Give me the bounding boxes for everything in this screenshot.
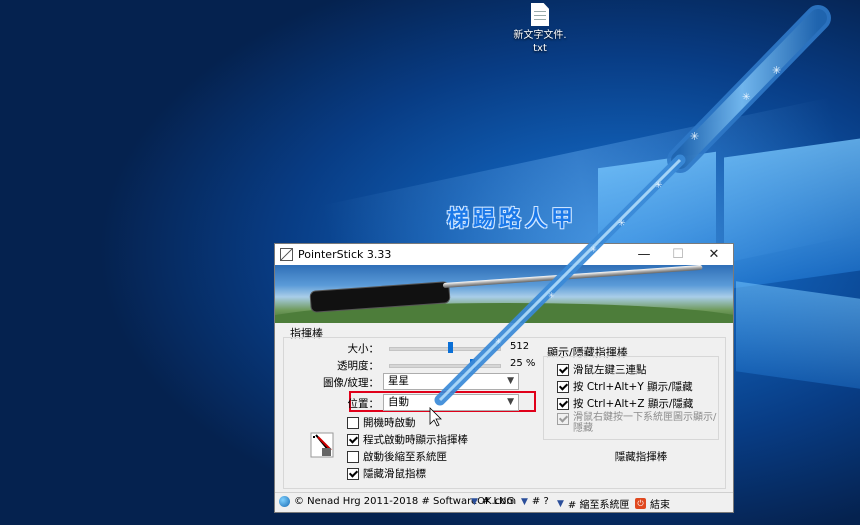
help-menu[interactable]: ▼ # ? (521, 496, 549, 507)
checkbox-box (557, 397, 569, 410)
windows-logo-pane (724, 138, 860, 290)
texture-label: 圖像/紋理： (322, 377, 379, 389)
close-button[interactable]: ✕ (697, 244, 731, 265)
tray-button[interactable]: ▼ # 縮至系統匣 (557, 496, 630, 512)
checkbox-box (347, 467, 359, 480)
dropdown-arrow-icon: ▼ (521, 496, 528, 507)
position-dropdown[interactable]: 自動 ▼ (383, 394, 519, 411)
checkbox-box (557, 413, 569, 425)
dropdown-arrow-icon: ▼ (471, 496, 478, 507)
pointer-stick-icon (310, 432, 334, 458)
maximize-button[interactable]: ☐ (661, 244, 695, 265)
windows-logo-pane (736, 281, 860, 389)
checkbox-label: 滑鼠右鍵按一下系統匣圖示顯示/ 隱藏 (573, 412, 717, 434)
chevron-down-icon: ▼ (507, 376, 514, 386)
checkbox-label: 程式啟動時顯示指揮棒 (363, 434, 468, 446)
size-value: 512 (510, 341, 530, 352)
hotkey-y-checkbox[interactable]: 按 Ctrl+Alt+Y 顯示/隱藏 (557, 379, 693, 394)
exit-label: 結束 (650, 500, 670, 511)
checkbox-box (557, 363, 569, 376)
checkbox-label: 啟動後縮至系統匣 (363, 451, 447, 463)
size-label: 大小： (347, 343, 380, 355)
startup-checkbox[interactable]: 開機時啟動 (347, 415, 416, 430)
opacity-slider-track[interactable] (389, 364, 501, 368)
opacity-value: 25 % (510, 358, 536, 369)
position-selected: 自動 (388, 396, 409, 408)
checkbox-label: 滑鼠左鍵三連點 (573, 364, 647, 376)
help-label: # ? (531, 496, 549, 507)
size-slider-thumb[interactable] (447, 342, 453, 353)
checkbox-label: 開機時啟動 (363, 417, 416, 429)
desktop-file-label: 新文字文件. txt (513, 30, 567, 54)
show-on-start-checkbox[interactable]: 程式啟動時顯示指揮棒 (347, 432, 468, 447)
checkbox-label: 按 Ctrl+Alt+Z 顯示/隱藏 (573, 398, 694, 410)
watermark-text: 梯踢路人甲 (447, 207, 578, 232)
texture-dropdown[interactable]: 星星 ▼ (383, 373, 519, 390)
texture-selected: 星星 (388, 375, 409, 387)
chevron-down-icon: ▼ (507, 397, 514, 407)
checkbox-label: 隱藏滑鼠指標 (363, 468, 426, 480)
tray-toggle-checkbox: 滑鼠右鍵按一下系統匣圖示顯示/ 隱藏 (557, 412, 716, 434)
globe-icon (279, 496, 290, 507)
language-label: # LNG (481, 496, 515, 507)
position-label: 位置： (347, 398, 380, 410)
status-footer: © Nenad Hrg 2011-2018 # SoftwareOK.com ▼… (275, 492, 733, 513)
triple-click-checkbox[interactable]: 滑鼠左鍵三連點 (557, 362, 647, 377)
title-bar[interactable]: PointerStick 3.33 — ☐ ✕ (275, 244, 733, 265)
hide-cursor-checkbox[interactable]: 隱藏滑鼠指標 (347, 466, 426, 481)
desktop-file-icon[interactable]: 新文字文件. txt (507, 3, 573, 55)
tray-label: # 縮至系統匣 (567, 500, 630, 511)
app-icon (280, 248, 293, 261)
exit-button[interactable]: ⏻ 結束 (635, 496, 670, 511)
checkbox-box (347, 433, 359, 446)
minimize-button[interactable]: — (627, 244, 661, 265)
size-slider-track[interactable] (389, 347, 501, 351)
power-icon: ⏻ (635, 498, 646, 509)
checkbox-box (347, 450, 359, 463)
checkbox-box (347, 416, 359, 429)
pointerstick-window: PointerStick 3.33 — ☐ ✕ 指揮棒 大小： 512 透明度：… (274, 243, 734, 513)
hide-stick-button[interactable]: 隱藏指揮棒 (605, 449, 677, 464)
header-banner-image (275, 265, 733, 323)
hotkey-z-checkbox[interactable]: 按 Ctrl+Alt+Z 顯示/隱藏 (557, 396, 693, 411)
text-file-icon (531, 3, 549, 26)
window-title: PointerStick 3.33 (298, 248, 392, 261)
opacity-slider-thumb[interactable] (469, 359, 475, 370)
checkbox-box (557, 380, 569, 393)
checkbox-label: 按 Ctrl+Alt+Y 顯示/隱藏 (573, 381, 693, 393)
opacity-label: 透明度： (337, 360, 379, 372)
language-menu[interactable]: ▼ # LNG (471, 496, 514, 507)
dropdown-arrow-icon: ▼ (557, 498, 564, 509)
minimize-to-tray-checkbox[interactable]: 啟動後縮至系統匣 (347, 449, 447, 464)
banner-stick-shaft (442, 265, 703, 288)
